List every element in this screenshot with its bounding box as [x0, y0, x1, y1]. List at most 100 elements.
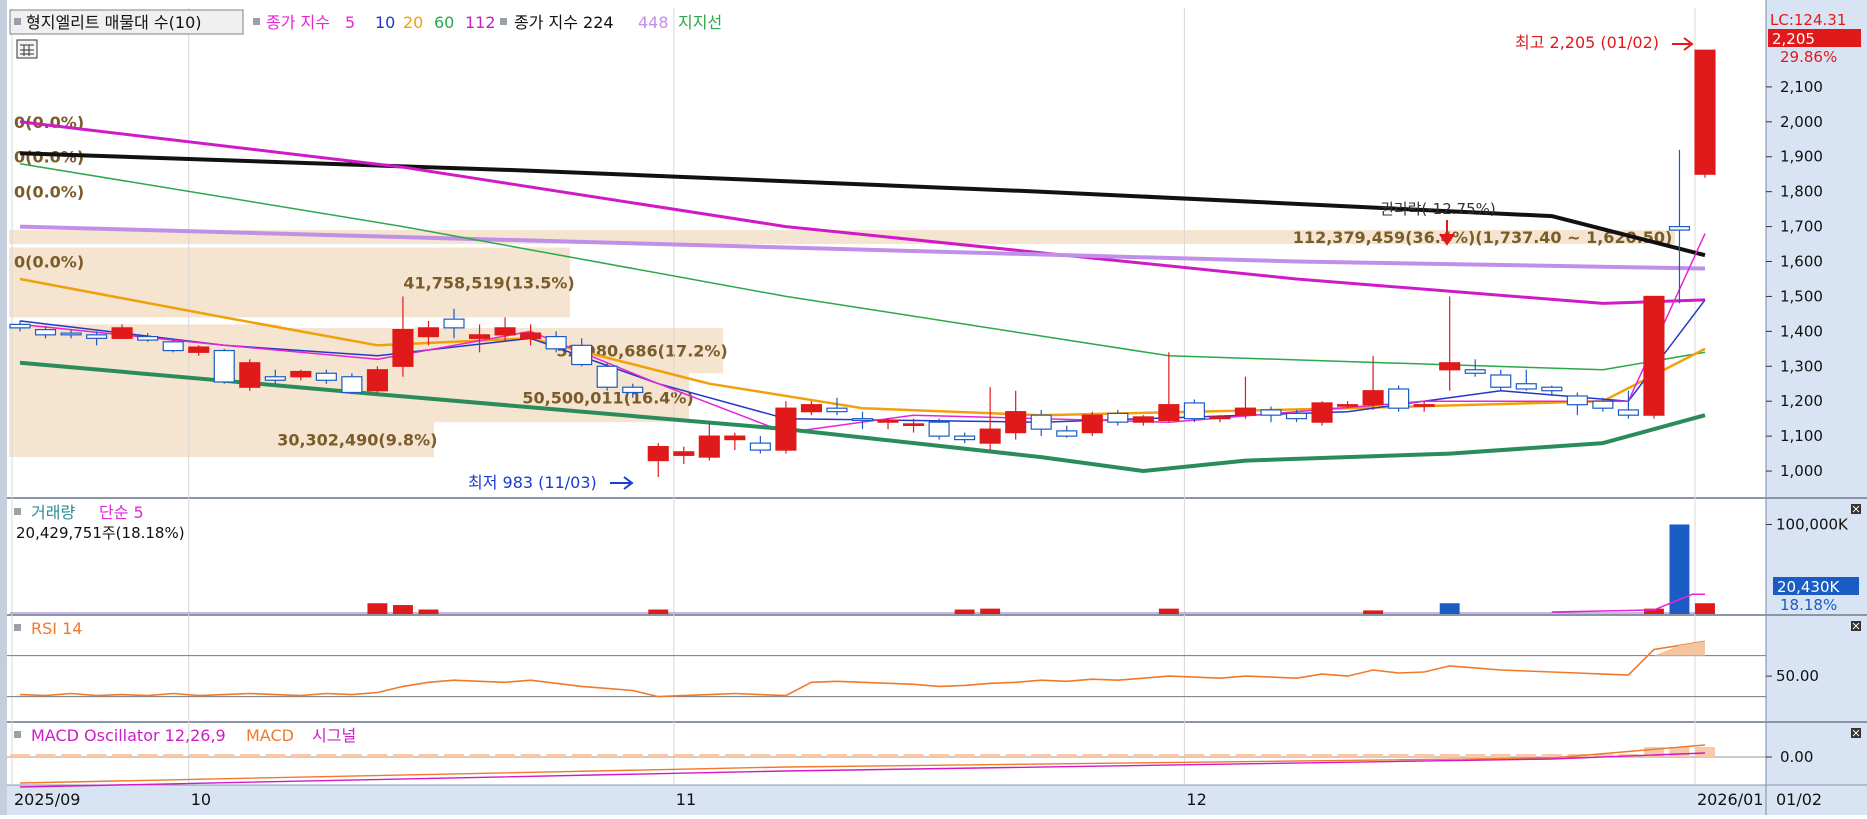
candle-down	[749, 442, 771, 451]
macd-osc-bar	[290, 754, 311, 757]
high-annotation: 최고 2,205 (01/02)	[1515, 33, 1659, 52]
macd-osc-bar	[878, 754, 898, 757]
macd-osc-bar	[392, 754, 413, 757]
ma2-legend-icon[interactable]	[500, 18, 507, 25]
macd-osc-bar	[495, 754, 516, 757]
macd-osc-bar	[1337, 754, 1358, 757]
macd-osc-bar	[1388, 754, 1409, 757]
candle-up	[698, 435, 720, 458]
volume-profile-label: 0(0.0%)	[14, 253, 84, 272]
candle-up	[392, 329, 414, 367]
candle-down	[1566, 395, 1588, 406]
macd-osc-bar	[1031, 754, 1052, 757]
candle-down	[1388, 388, 1410, 409]
candle-down	[622, 386, 644, 394]
volume-bar	[954, 609, 975, 614]
macd-osc-bar	[903, 754, 924, 757]
macd-osc-bar	[86, 754, 107, 757]
calculator-icon[interactable]	[16, 39, 38, 59]
candle-up	[903, 423, 925, 426]
last-volume: 20,430K	[1777, 578, 1840, 596]
candle-up	[673, 451, 695, 456]
macd-osc-bar	[673, 754, 694, 757]
macd-osc-bar	[775, 754, 796, 757]
volume-y-label: 100,000K	[1776, 515, 1849, 533]
candle-up	[417, 327, 440, 338]
volume-bar	[648, 609, 669, 614]
macd-osc-bar	[444, 754, 464, 757]
candle-down	[596, 365, 618, 388]
rsi-legend-icon[interactable]	[14, 624, 21, 631]
macd-osc-bar	[1107, 754, 1128, 757]
x-end-label: 01/02	[1776, 790, 1822, 809]
macd-osc-bar	[852, 754, 873, 757]
last-volume-pct: 18.18%	[1780, 596, 1837, 614]
candle-up	[1439, 362, 1461, 371]
macd-osc-bar	[137, 754, 158, 757]
macd-osc-bar	[827, 754, 847, 757]
y-tick-label: 1,200	[1780, 392, 1823, 410]
candle-up	[1413, 404, 1435, 407]
volume-bar	[1363, 610, 1384, 614]
ma20-label: 20	[403, 13, 423, 32]
macd-osc-bar	[10, 754, 30, 757]
macd-osc-bar	[469, 754, 490, 757]
candle-down	[34, 329, 57, 336]
macd-osc-bar	[1209, 754, 1230, 757]
macd-osc-bar	[239, 754, 260, 757]
macd-osc-bar	[801, 754, 822, 757]
candle-up	[1694, 49, 1716, 175]
legend-toggle-icon[interactable]	[14, 18, 21, 25]
volume-legend-icon[interactable]	[14, 508, 21, 515]
macd-osc-bar	[1286, 754, 1307, 757]
macd-osc-bar	[418, 754, 439, 757]
volume-info: 20,429,751주(18.18%)	[16, 524, 185, 542]
close-icon[interactable]	[1851, 621, 1861, 631]
ma-label: 종가 지수	[266, 13, 330, 32]
left-edge	[0, 0, 7, 815]
candle-up	[494, 327, 516, 336]
candle-down	[571, 344, 593, 366]
candle-down	[137, 335, 159, 341]
change-pct: 29.86%	[1780, 48, 1837, 66]
candle-up	[1158, 404, 1180, 422]
volume-label: 거래량	[31, 503, 75, 522]
candle-down	[86, 334, 108, 339]
rsi-label: RSI 14	[31, 619, 82, 638]
macd-osc-bar	[724, 754, 745, 757]
macd-osc-bar	[265, 754, 286, 757]
macd-osc-bar	[1312, 754, 1333, 757]
candle-up	[1234, 407, 1257, 416]
y-tick-label: 2,100	[1780, 78, 1823, 96]
volume-bar	[1695, 603, 1715, 614]
macd-osc-bar	[188, 754, 209, 757]
macd-osc-bar	[750, 754, 771, 757]
stock-name[interactable]: 형지엘리트 매물대 수(10)	[26, 13, 202, 32]
macd-osc-bar	[1465, 754, 1486, 757]
candle-up	[290, 370, 312, 378]
close-icon[interactable]	[1851, 728, 1861, 738]
candle-down	[1107, 412, 1129, 423]
ma-legend-icon[interactable]	[253, 18, 260, 25]
macd-osc-bar	[163, 754, 184, 757]
macd-osc-bar	[1082, 754, 1103, 757]
candle-down	[315, 372, 337, 381]
y-tick-label: 1,000	[1780, 462, 1823, 480]
candle-up	[1362, 390, 1384, 406]
macd-osc-bar	[929, 754, 950, 757]
macd-osc-bar	[980, 754, 1001, 757]
close-icon[interactable]	[1851, 504, 1861, 514]
rsi-y-label: 50.00	[1776, 667, 1819, 685]
macd-osc-bar	[622, 754, 643, 757]
candle-down	[928, 421, 950, 437]
candle-down	[162, 341, 184, 352]
ma112-label: 112	[465, 13, 496, 32]
candle-up	[1643, 295, 1665, 416]
macd-legend-icon[interactable]	[14, 731, 21, 738]
volume-bar	[980, 608, 1001, 614]
candle-down	[826, 407, 848, 413]
y-tick-label: 1,500	[1780, 287, 1823, 305]
rights-annotation: 권리락(-12.75%)	[1380, 200, 1496, 218]
y-tick-label: 1,900	[1780, 148, 1823, 166]
candle-down	[1515, 383, 1537, 390]
